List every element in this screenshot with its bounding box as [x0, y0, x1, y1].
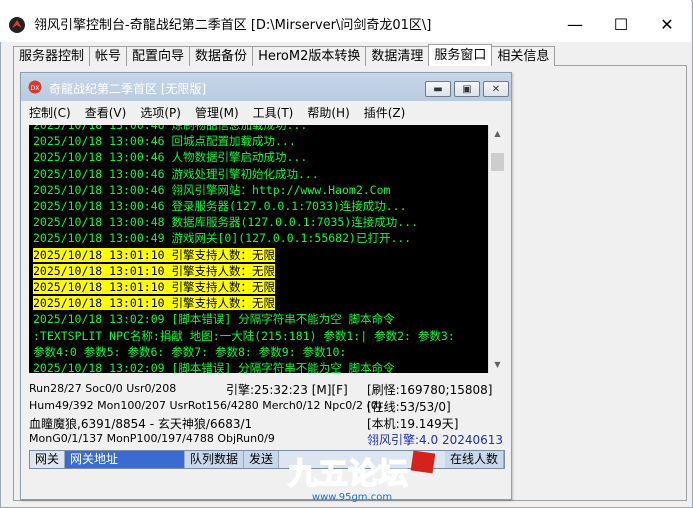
status-version: 翎风引擎:4.0 20240613 — [367, 433, 504, 447]
gateway-col[interactable]: 网关 — [30, 451, 66, 468]
engine-logo-icon: DX — [28, 80, 42, 94]
title-bar: 翎风引擎控制台-奇龍战纪第二季首区 [D:\Mirserver\问剑奇龙01区\… — [0, 0, 691, 42]
maximize-button[interactable]: ☐ — [598, 8, 644, 40]
engine-logo-label: DX — [31, 85, 40, 92]
log-line: 2025/10/18 13:01:10 引擎支持人数：无限 — [33, 247, 275, 262]
watermark-text: 九五论坛 — [288, 457, 408, 492]
log-line: 2025/10/18 13:00:46 人物数据引擎启动成功... — [33, 150, 308, 165]
menu-plugins[interactable]: 插件(Z) — [364, 103, 406, 123]
tab-data-cleanup[interactable]: 数据清理 — [365, 46, 430, 66]
tab-herom2-convert[interactable]: HeroM2版本转换 — [252, 46, 367, 66]
log-line: :TEXTSPLIT NPC名称:捐献 地图:一大陆(215:181) 参数1:… — [33, 328, 455, 343]
tab-related-info[interactable]: 相关信息 — [491, 46, 556, 66]
log-line: 2025/10/18 13:00:46 登录服务器(127.0.0.1:7033… — [33, 199, 407, 214]
tab-data-backup[interactable]: 数据备份 — [189, 46, 254, 66]
close-button[interactable]: ✕ — [644, 8, 690, 40]
tab-config-wizard[interactable]: 配置向导 — [126, 46, 191, 66]
window-title: 翎风引擎控制台-奇龍战纪第二季首区 [D:\Mirserver\问剑奇龙01区\… — [34, 18, 432, 33]
tab-service-window[interactable]: 服务窗口 — [428, 44, 493, 66]
log-line: 2025/10/18 13:01:10 引擎支持人数：无限 — [33, 280, 275, 295]
menu-manage[interactable]: 管理(M) — [195, 103, 239, 123]
tab-account[interactable]: 帐号 — [89, 46, 128, 66]
engine-window-title: 奇龍战纪第二季首区 [无限版] — [49, 82, 207, 96]
engine-title-bar: DX 奇龍战纪第二季首区 [无限版] ▬ ▣ ✕ — [21, 73, 511, 101]
engine-close-button[interactable]: ✕ — [483, 81, 509, 97]
log-line: 2025/10/18 13:00:48 数据库服务器(127.0.0.1:703… — [33, 215, 419, 230]
log-line: 2025/10/18 13:00:46 翎风引擎网站：http://www.Ha… — [33, 182, 391, 197]
scroll-up-icon[interactable]: ▲ — [489, 125, 506, 142]
tab-server-control[interactable]: 服务器控制 — [13, 46, 91, 66]
status-engine-time: 引擎:25:32:23 [M][F] — [226, 383, 348, 397]
status-spawn: [刷怪:169780;15808] — [367, 383, 493, 397]
log-line: 参数4:0 参数5: 参数6: 参数7: 参数8: 参数9: 参数10: — [33, 344, 347, 359]
app-logo-icon — [9, 17, 25, 33]
menu-tools[interactable]: 工具(T) — [253, 103, 294, 123]
online-count-col[interactable]: 在线人数 — [444, 451, 504, 468]
scroll-thumb[interactable] — [491, 153, 504, 171]
watermark-url: www.95gm.com — [312, 492, 392, 503]
log-line: 2025/10/18 13:02:09 [脚本错误] 分隔字符串不能为空 脚本命… — [33, 361, 395, 373]
engine-window: DX 奇龍战纪第二季首区 [无限版] ▬ ▣ ✕ 控制(C) 查看(V) 选项(… — [20, 72, 512, 500]
menu-control[interactable]: 控制(C) — [29, 103, 71, 123]
status-online: [在线:53/53/0] — [367, 400, 451, 414]
tab-bar: 服务器控制 帐号 配置向导 数据备份 HeroM2版本转换 数据清理 服务窗口 … — [13, 44, 556, 66]
menu-help[interactable]: 帮助(H) — [307, 103, 349, 123]
watermark-logo: 九五论坛 www.95gm.com — [287, 450, 436, 503]
engine-minimize-button[interactable]: ▬ — [425, 81, 451, 97]
engine-menu-bar: 控制(C) 查看(V) 选项(P) 管理(M) 工具(T) 帮助(H) 插件(Z… — [29, 103, 419, 123]
log-line: 2025/10/18 13:00:46 游戏处理引擎初始化成功... — [33, 166, 319, 181]
log-scrollbar[interactable]: ▲ ▼ — [488, 125, 505, 373]
log-line: 2025/10/18 13:01:10 引擎支持人数：无限 — [33, 263, 275, 278]
status-mong: MonG0/1/137 MonP100/197/4788 ObjRun0/9 — [29, 432, 275, 445]
log-line: 2025/10/18 13:00:46 炼制物品信息加载成功... — [33, 125, 308, 132]
menu-options[interactable]: 选项(P) — [140, 103, 181, 123]
gateway-address-col[interactable]: 网关地址 — [65, 451, 186, 468]
status-run: Run28/27 Soc0/0 Usr0/208 — [29, 382, 177, 395]
minimize-button[interactable]: — — [552, 8, 598, 40]
status-hum: Hum49/392 Mon100/207 UsrRot156/4280 Merc… — [29, 399, 383, 412]
log-line: 2025/10/18 13:00:46 回城点配置加载成功... — [33, 134, 296, 149]
queue-data-col[interactable]: 队列数据 — [185, 451, 245, 468]
menu-view[interactable]: 查看(V) — [85, 103, 127, 123]
log-line: 2025/10/18 13:02:09 [脚本错误] 分隔字符串不能为空 脚本命… — [33, 312, 395, 327]
log-console[interactable]: 2025/10/18 13:00:46 炼制物品信息加载成功... 2025/10… — [29, 125, 488, 373]
status-monster: 血瞳魔狼,6391/8854 - 玄天神狼/6683/1 — [29, 417, 253, 431]
log-line: 2025/10/18 13:00:49 游戏网关[0](127.0.0.1:55… — [33, 231, 412, 246]
engine-restore-button[interactable]: ▣ — [454, 81, 480, 97]
scroll-down-icon[interactable]: ▼ — [489, 356, 506, 373]
status-uptime: [本机:19.149天] — [367, 417, 459, 431]
log-line: 2025/10/18 13:01:10 引擎支持人数：无限 — [33, 296, 275, 311]
